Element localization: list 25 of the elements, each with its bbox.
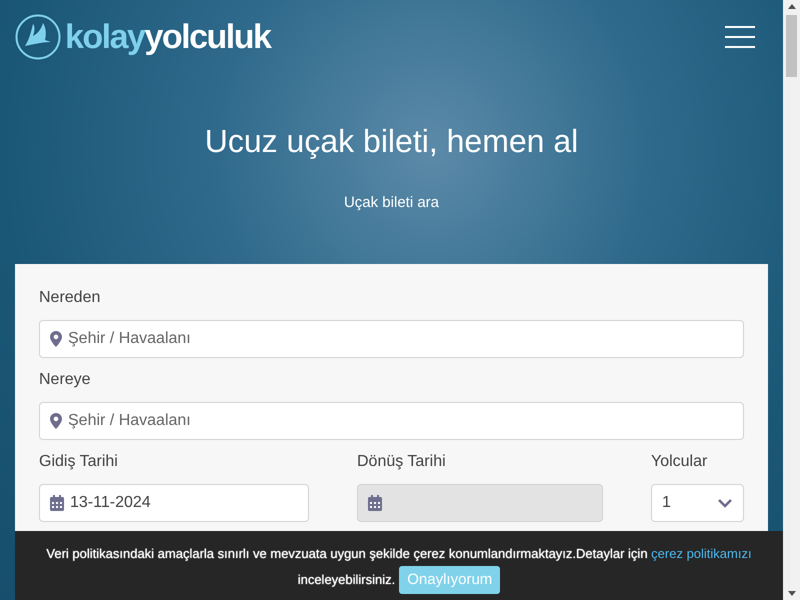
location-field[interactable]: Şehir / Havaalanı: [39, 402, 744, 440]
scroll-thumb[interactable]: [786, 15, 797, 77]
chevron-down-icon: [717, 498, 733, 508]
cookie-policy-link[interactable]: çerez politikamızı: [651, 546, 752, 561]
bird-logo-icon: [15, 14, 61, 60]
field-label: Yolcular: [651, 452, 708, 472]
field-label: Nereden: [39, 288, 102, 308]
field-label: Dönüş Tarihi: [357, 452, 447, 472]
map-pin-icon: [50, 331, 62, 347]
field-label: Nereye: [39, 370, 92, 390]
hero-subtitle: Uçak bileti ara: [344, 193, 440, 214]
calendar-icon: [368, 495, 382, 511]
calendar-icon: [50, 495, 64, 511]
date-field[interactable]: 13-11-2024: [39, 484, 309, 522]
hero-title: Ucuz uçak bileti, hemen al: [204, 122, 580, 160]
passenger-select[interactable]: 1: [651, 484, 744, 522]
map-pin-icon: [50, 413, 62, 429]
scrollbar[interactable]: [783, 0, 800, 600]
location-field[interactable]: Şehir / Havaalanı: [39, 320, 744, 358]
logo-text[interactable]: kolayyolculuk: [65, 20, 270, 54]
cookie-text: Veri politikasındaki amaçlarla sınırlı ve mevzuata uygun şekilde çerez konumlandırmaktayız.Detaylar için çerez politikamızı inceleyebilirsiniz. Onaylıyorum: [15, 542, 783, 594]
menu-icon[interactable]: [725, 25, 755, 49]
scroll-down-icon[interactable]: [788, 591, 796, 596]
scroll-up-icon[interactable]: [788, 4, 796, 9]
field-label: Gidiş Tarihi: [39, 452, 119, 472]
